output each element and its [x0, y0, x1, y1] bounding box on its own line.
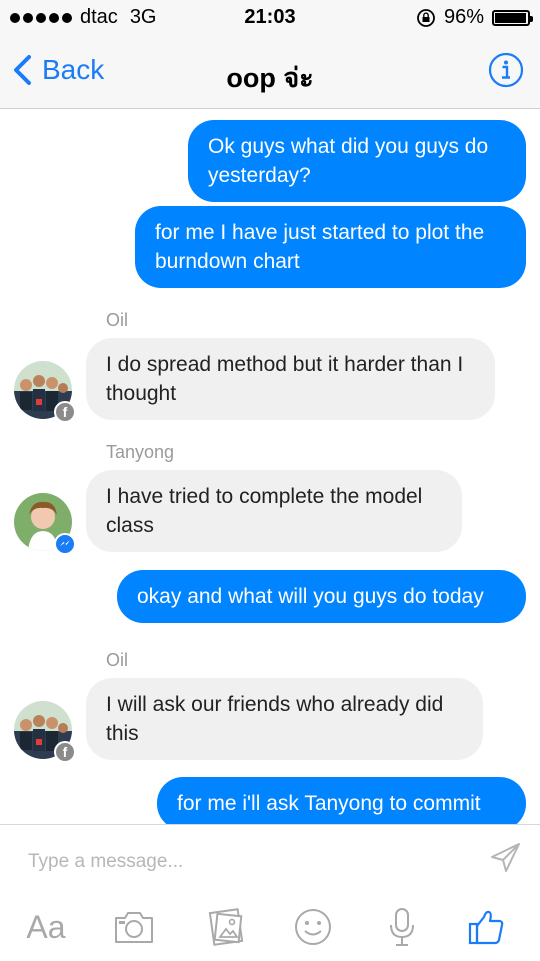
info-icon[interactable]	[488, 52, 524, 88]
outgoing-message[interactable]: for me I have just started to plot the b…	[135, 206, 526, 288]
navigation-bar: Back oop จ่ะ	[0, 36, 540, 109]
incoming-message[interactable]: I will ask our friends who already did t…	[86, 678, 483, 760]
text-size-icon[interactable]: Aa	[18, 903, 74, 951]
incoming-message[interactable]: I have tried to complete the model class	[86, 470, 462, 552]
outgoing-message[interactable]: okay and what will you guys do today	[117, 570, 526, 623]
messenger-icon	[54, 533, 76, 555]
incoming-message[interactable]: I do spread method but it harder than I …	[86, 338, 495, 420]
sender-name: Oil	[106, 310, 128, 330]
facebook-icon: f	[54, 741, 76, 763]
avatar[interactable]	[14, 493, 76, 555]
status-bar: dtac 3G 21:03 96%	[0, 0, 540, 36]
outgoing-message[interactable]: for me i'll ask Tanyong to commit	[157, 777, 526, 824]
orientation-lock-icon	[417, 8, 435, 27]
sender-name: Tanyong	[106, 442, 175, 462]
battery-icon	[492, 9, 533, 26]
message-thread[interactable]: Ok guys what did you guys do yesterday? …	[0, 109, 540, 824]
composer-toolbar: Aa	[0, 897, 540, 957]
avatar[interactable]: f	[14, 361, 76, 423]
send-icon[interactable]	[488, 841, 522, 875]
battery-percent: 96%	[443, 6, 484, 28]
gallery-icon[interactable]	[202, 903, 250, 951]
conversation-title: oop จ่ะ	[226, 63, 314, 93]
microphone-icon[interactable]	[378, 903, 426, 951]
facebook-icon: f	[54, 401, 76, 423]
message-input[interactable]	[26, 847, 470, 877]
status-right: 96%	[416, 6, 533, 29]
outgoing-message[interactable]: Ok guys what did you guys do yesterday?	[188, 120, 526, 202]
camera-icon[interactable]	[110, 903, 158, 951]
emoji-icon[interactable]	[289, 903, 337, 951]
like-icon[interactable]	[462, 903, 510, 951]
composer: Aa	[0, 824, 540, 961]
text-size-label: Aa	[26, 908, 66, 945]
sender-name: Oil	[106, 650, 128, 670]
avatar[interactable]: f	[14, 701, 76, 763]
